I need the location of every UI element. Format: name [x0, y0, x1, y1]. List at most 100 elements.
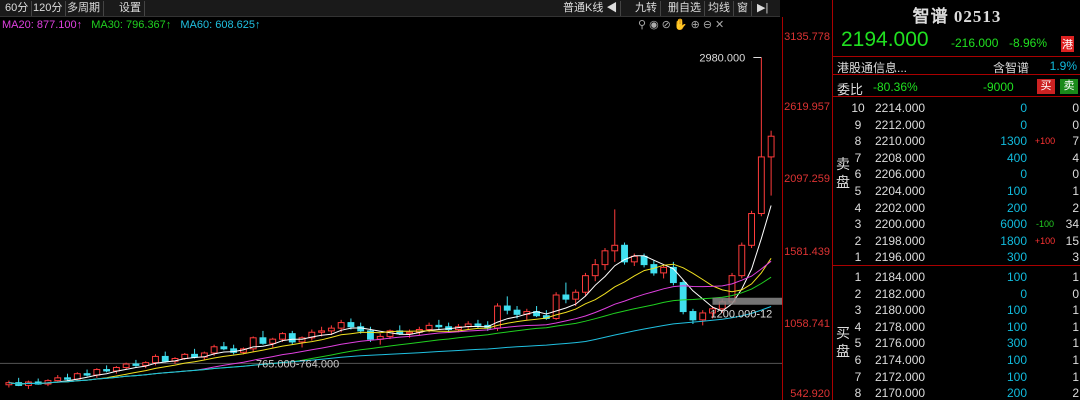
order-price: 2178.000 [875, 319, 926, 334]
order-count: 2 [1072, 386, 1079, 400]
weibi-row: 委比 -80.36% -9000 买 卖 [833, 77, 1080, 97]
order-count: 1 [1072, 369, 1079, 384]
connect-info-row[interactable]: 港股通信息... 含智谱 1.9% [833, 56, 1080, 75]
ask-row-8[interactable]: 8 2210.000 1300 +100 7 [851, 133, 1080, 150]
order-price: 2200.000 [875, 217, 926, 232]
bid-row-8[interactable]: 8 2170.000 200 2 [851, 385, 1080, 400]
volume-change: +100 [1034, 136, 1056, 147]
order-price: 2172.000 [875, 369, 926, 384]
buy-button[interactable]: 买 [1037, 79, 1055, 94]
level: 9 [854, 117, 862, 132]
weibi-label: 委比 [837, 82, 864, 97]
price-axis: 3135.778 2619.957 2097.259 1581.439 1058… [782, 17, 832, 400]
base-annotation: 1200.000-12 [710, 308, 772, 320]
order-price: 2182.000 [875, 286, 926, 301]
order-count: 0 [1072, 286, 1079, 301]
order-volume: 200 [1006, 200, 1027, 215]
candlestick-plot: 2980.000 1200.000-12 765.000-764.000 [0, 53, 782, 389]
candle-body [689, 311, 697, 321]
candle-body [748, 213, 756, 246]
order-volume: 100 [1006, 369, 1027, 384]
ask-row-7[interactable]: 7 2208.000 400 4 [851, 150, 1080, 167]
sell-button[interactable]: 卖 [1060, 79, 1078, 94]
ask-row-10[interactable]: 10 2214.000 0 0 [851, 100, 1080, 117]
order-price: 2206.000 [875, 167, 926, 182]
bid-row-4[interactable]: 4 2178.000 100 1 [851, 319, 1080, 336]
ask-row-6[interactable]: 6 2206.000 0 0 [851, 166, 1080, 183]
candle-body [591, 264, 599, 277]
bid-row-7[interactable]: 7 2172.000 100 1 [851, 369, 1080, 386]
candle-body [582, 275, 589, 293]
price-change: -216.000 [951, 36, 999, 50]
candle-body [337, 322, 345, 329]
axis-tick: 1058.741 [784, 318, 830, 330]
candle-body [474, 323, 482, 326]
candle-body [83, 373, 91, 376]
order-price: 2204.000 [875, 184, 926, 198]
order-price: 2170.000 [875, 386, 926, 400]
order-price: 2208.000 [875, 150, 926, 165]
candle-body [503, 305, 511, 311]
kline-chart[interactable]: 60分 120分 多周期 设置 普通K线 ◀ 九转 删自选 均线 窗 ▶| ⚲◉… [0, 0, 832, 400]
candle-body [640, 255, 648, 266]
order-volume: 400 [1006, 150, 1027, 165]
bid-row-2[interactable]: 2 2182.000 0 0 [851, 286, 1080, 303]
volume-change: -100 [1035, 219, 1054, 230]
level: 4 [854, 200, 862, 215]
candle-body [406, 331, 413, 335]
bid-row-1[interactable]: 1 2184.000 100 1 [851, 269, 1080, 286]
order-count: 3 [1072, 250, 1079, 265]
order-price: 2210.000 [875, 134, 926, 149]
level: 5 [854, 336, 862, 351]
order-price: 2184.000 [875, 270, 926, 284]
candle-body [669, 266, 677, 284]
stock-title: 智谱 02513 [912, 7, 1002, 26]
order-volume: 300 [1006, 336, 1027, 351]
level: 4 [854, 319, 862, 334]
axis-tick: 1581.439 [784, 246, 830, 258]
order-volume: 100 [1006, 270, 1027, 284]
order-count: 4 [1072, 150, 1079, 165]
connect-info-link[interactable]: 港股通信息... [837, 59, 907, 76]
ask-row-9[interactable]: 9 2212.000 0 0 [851, 117, 1080, 134]
candle-body [279, 333, 286, 340]
order-volume: 100 [1006, 319, 1027, 334]
ask-row-3[interactable]: 3 2200.000 6000 -100 34 [851, 216, 1080, 233]
candle-body [660, 266, 668, 274]
sell-order-book: 卖盘 10 2214.000 0 0 9 2212.000 0 0 8 2210.000 1300 +… [833, 99, 1080, 266]
bid-row-3[interactable]: 3 2180.000 100 1 [851, 302, 1080, 319]
order-volume: 0 [1020, 101, 1027, 115]
order-volume: 100 [1006, 303, 1027, 318]
sell-book-label: 卖盘 [836, 156, 850, 190]
holding-label: 含智谱 [993, 61, 1030, 75]
volume-change: +100 [1034, 235, 1056, 246]
bid-row-5[interactable]: 5 2176.000 300 1 [851, 335, 1080, 352]
ask-row-4[interactable]: 4 2202.000 200 2 [851, 200, 1080, 217]
low-annotation: 765.000-764.000 [256, 358, 339, 370]
order-count: 7 [1072, 134, 1079, 149]
order-volume: 1800 [1000, 233, 1027, 248]
order-volume: 0 [1020, 167, 1027, 182]
order-count: 0 [1072, 101, 1079, 115]
order-volume: 100 [1006, 353, 1027, 367]
bid-row-6[interactable]: 6 2174.000 100 1 [851, 352, 1080, 369]
level: 8 [854, 134, 862, 149]
holding-value: 1.9% [1049, 59, 1077, 73]
level: 8 [854, 386, 862, 400]
ask-row-1[interactable]: 1 2196.000 300 3 [851, 249, 1080, 266]
candle-body [738, 244, 746, 277]
ma5-line [8, 205, 772, 385]
candle-body [54, 377, 62, 382]
hk-badge: 港 [1061, 36, 1074, 52]
ask-row-5[interactable]: 5 2204.000 100 1 [851, 183, 1080, 200]
order-volume: 0 [1020, 286, 1027, 301]
order-volume: 0 [1020, 117, 1027, 132]
order-count: 0 [1072, 117, 1079, 132]
candle-body [425, 324, 433, 331]
order-count: 1 [1072, 336, 1079, 351]
high-annotation: 2980.000 [699, 53, 745, 65]
level: 3 [854, 303, 862, 318]
ask-row-2[interactable]: 2 2198.000 1800 +100 15 [851, 233, 1080, 250]
order-count: 1 [1072, 303, 1079, 318]
candle-body [630, 255, 638, 263]
